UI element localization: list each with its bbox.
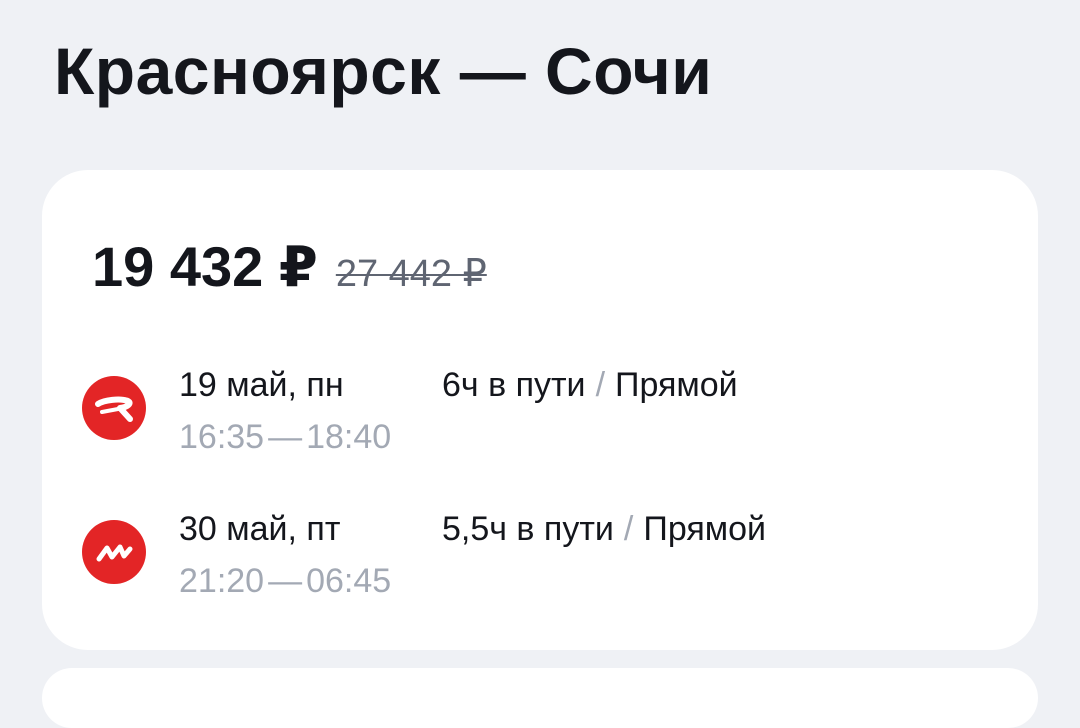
stops: Прямой [615, 366, 738, 404]
old-price: 27 442 ₽ [335, 253, 487, 295]
segment-date: 19 май, пн [179, 366, 344, 404]
arrival-time: 06:45 [306, 562, 392, 600]
nordwind-logo-icon [82, 520, 146, 584]
departure-time: 21:20 [179, 562, 265, 600]
red-wings-logo-icon [82, 376, 146, 440]
price-row: 19 432 ₽ 27 442 ₽ [92, 234, 487, 300]
info-separator: / [595, 366, 606, 404]
segment-times: 21:20—06:45 [179, 562, 391, 601]
segment-date: 30 май, пт [179, 510, 341, 548]
time-dash: — [268, 418, 303, 456]
duration: 5,5ч в пути [442, 510, 614, 548]
departure-time: 16:35 [179, 418, 265, 456]
flight-segment-outbound: 19 май, пн 16:35—18:40 6ч в пути / Прямой [42, 366, 1038, 466]
ticket-card[interactable]: 19 432 ₽ 27 442 ₽ 19 май, пн 16:35—18:40… [42, 170, 1038, 650]
segment-times: 16:35—18:40 [179, 418, 391, 457]
page-title: Красноярск — Сочи [54, 34, 713, 108]
current-price: 19 432 ₽ [92, 235, 318, 298]
segment-info: 5,5ч в пути / Прямой [442, 510, 766, 549]
info-separator: / [623, 510, 634, 548]
segment-info: 6ч в пути / Прямой [442, 366, 738, 405]
next-ticket-card[interactable] [42, 668, 1038, 728]
arrival-time: 18:40 [306, 418, 392, 456]
time-dash: — [268, 562, 303, 600]
stops: Прямой [643, 510, 767, 548]
duration: 6ч в пути [442, 366, 586, 404]
flight-segment-return: 30 май, пт 21:20—06:45 5,5ч в пути / Прямо… [42, 510, 1038, 610]
